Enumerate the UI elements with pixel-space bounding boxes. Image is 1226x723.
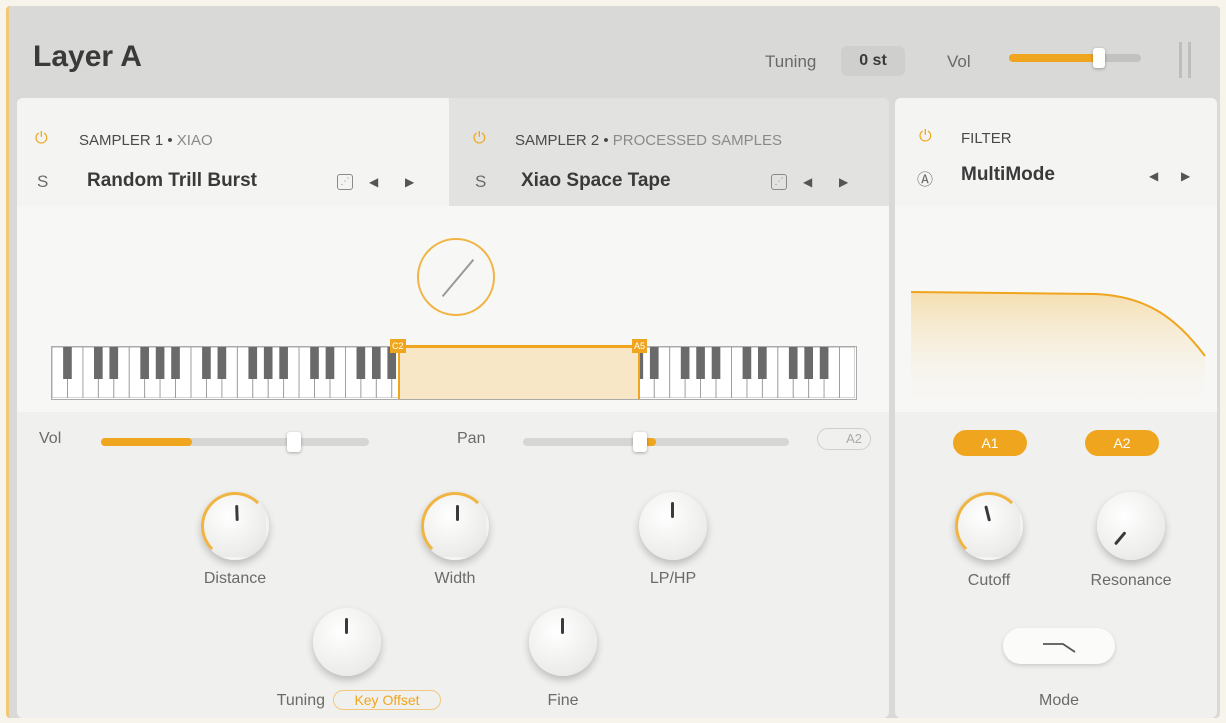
prev-preset-icon[interactable]: ◀ xyxy=(369,175,378,189)
filter-curve-display xyxy=(895,206,1217,412)
vol-slider[interactable] xyxy=(101,432,369,452)
a1-button[interactable]: A1 xyxy=(953,430,1027,456)
layer-window: Layer A Tuning 0 st Vol ⏻ SAMPLER 1 • XI… xyxy=(6,6,1220,718)
zone-low-handle[interactable]: C2 xyxy=(390,339,406,353)
layer-vol-slider[interactable] xyxy=(1009,48,1141,68)
fine-label: Fine xyxy=(547,692,579,709)
layer-title: Layer A xyxy=(33,40,142,73)
black-key[interactable] xyxy=(171,347,180,379)
filter-panel: ⏻ FILTER Ⓐ MultiMode ◀ ▶ A1 A2 Cutoff Re… xyxy=(895,98,1217,718)
layer-vol-thumb[interactable] xyxy=(1092,48,1105,68)
black-key[interactable] xyxy=(63,347,72,379)
resonance-knob[interactable] xyxy=(1097,492,1165,560)
vol-label: Vol xyxy=(39,430,62,447)
lowpass-icon xyxy=(1043,643,1076,653)
keyboard[interactable]: C2 A5 xyxy=(51,339,857,400)
key-offset-toggle[interactable]: Key Offset xyxy=(333,690,441,710)
distance-knob[interactable] xyxy=(201,492,269,560)
sampler-controls: Vol Pan A2 Distance Width LP/HP Tuning K… xyxy=(17,412,889,718)
prev-preset-icon[interactable]: ◀ xyxy=(803,175,812,189)
power-icon[interactable]: ⏻ xyxy=(473,130,486,148)
filter-mode-name[interactable]: MultiMode xyxy=(961,164,1055,186)
cutoff-label: Cutoff xyxy=(967,572,1011,589)
black-key[interactable] xyxy=(649,347,659,379)
black-key[interactable] xyxy=(819,347,829,379)
zone-high-handle[interactable]: A5 xyxy=(632,339,648,353)
sampler-1-title: SAMPLER 1 • XIAO xyxy=(79,132,213,149)
layer-vol-label: Vol xyxy=(947,52,971,71)
a2-button[interactable]: A2 xyxy=(1085,430,1159,456)
lphp-knob[interactable] xyxy=(639,492,707,560)
pan-thumb[interactable] xyxy=(633,432,648,452)
white-key[interactable] xyxy=(839,347,855,398)
key-zone-top xyxy=(398,345,642,348)
black-key[interactable] xyxy=(263,347,273,379)
width-label: Width xyxy=(434,570,476,587)
next-preset-icon[interactable]: ▶ xyxy=(405,175,414,189)
cutoff-knob[interactable] xyxy=(955,492,1023,560)
next-filter-icon[interactable]: ▶ xyxy=(1181,169,1190,183)
dice-icon[interactable]: ⋰ xyxy=(337,174,353,190)
black-key[interactable] xyxy=(804,347,813,379)
black-key[interactable] xyxy=(680,347,690,379)
filter-title: FILTER xyxy=(961,130,1012,147)
black-key[interactable] xyxy=(742,347,752,379)
power-icon[interactable]: ⏻ xyxy=(919,128,932,146)
dice-icon[interactable]: ⋰ xyxy=(771,174,787,190)
black-key[interactable] xyxy=(696,347,705,379)
black-key[interactable] xyxy=(109,347,119,379)
black-key[interactable] xyxy=(94,347,103,379)
pan-label: Pan xyxy=(457,430,486,447)
layer-header: Layer A Tuning 0 st Vol xyxy=(9,6,1220,98)
black-key[interactable] xyxy=(788,347,798,379)
filter-curve xyxy=(910,291,1206,412)
key-zone[interactable] xyxy=(398,347,640,399)
tab-sampler-1[interactable]: ⏻ SAMPLER 1 • XIAO S Random Trill Burst … xyxy=(17,98,449,206)
mode-label: Mode xyxy=(1038,692,1080,709)
slash-icon xyxy=(441,258,475,298)
solo-button[interactable]: S xyxy=(475,172,486,192)
sample-display: C2 A5 xyxy=(17,206,889,412)
prev-filter-icon[interactable]: ◀ xyxy=(1149,169,1158,183)
a2-toggle[interactable]: A2 xyxy=(817,428,871,450)
tuning-label: Tuning xyxy=(765,52,817,71)
sampler-panel: ⏻ SAMPLER 1 • XIAO S Random Trill Burst … xyxy=(17,98,889,718)
lphp-label: LP/HP xyxy=(649,570,697,587)
filter-header: ⏻ FILTER Ⓐ MultiMode ◀ ▶ xyxy=(895,98,1217,206)
tuning-value-field[interactable]: 0 st xyxy=(841,46,905,76)
filter-mode-button[interactable] xyxy=(1003,628,1115,664)
black-key[interactable] xyxy=(279,347,288,379)
black-key[interactable] xyxy=(758,347,767,379)
drag-handle-icon[interactable] xyxy=(1177,42,1193,78)
solo-button[interactable]: S xyxy=(37,172,48,192)
black-key[interactable] xyxy=(371,347,381,379)
next-preset-icon[interactable]: ▶ xyxy=(839,175,848,189)
tuning-knob[interactable] xyxy=(313,608,381,676)
tuning-knob-label: Tuning xyxy=(276,692,325,709)
vol-thumb[interactable] xyxy=(286,432,301,452)
tab-sampler-2[interactable]: ⏻ SAMPLER 2 • PROCESSED SAMPLES S Xiao S… xyxy=(449,98,889,206)
vol-fill xyxy=(101,438,193,446)
black-key[interactable] xyxy=(325,347,335,379)
black-key[interactable] xyxy=(310,347,319,379)
black-key[interactable] xyxy=(217,347,227,379)
black-key[interactable] xyxy=(140,347,149,379)
modulation-a-icon[interactable]: Ⓐ xyxy=(917,166,933,190)
power-icon[interactable]: ⏻ xyxy=(35,130,48,148)
black-key[interactable] xyxy=(711,347,721,379)
distance-label: Distance xyxy=(203,570,267,587)
fine-knob[interactable] xyxy=(529,608,597,676)
pan-slider[interactable] xyxy=(523,432,789,452)
width-knob[interactable] xyxy=(421,492,489,560)
sampler-1-preset-name[interactable]: Random Trill Burst xyxy=(87,170,257,192)
sampler-2-title: SAMPLER 2 • PROCESSED SAMPLES xyxy=(515,132,783,149)
black-key[interactable] xyxy=(248,347,258,379)
black-key[interactable] xyxy=(356,347,366,379)
layer-vol-fill xyxy=(1009,54,1099,62)
sampler-2-preset-name[interactable]: Xiao Space Tape xyxy=(521,170,671,192)
sample-view-button[interactable] xyxy=(417,238,495,316)
black-key[interactable] xyxy=(155,347,165,379)
resonance-label: Resonance xyxy=(1090,572,1172,589)
black-key[interactable] xyxy=(202,347,211,379)
